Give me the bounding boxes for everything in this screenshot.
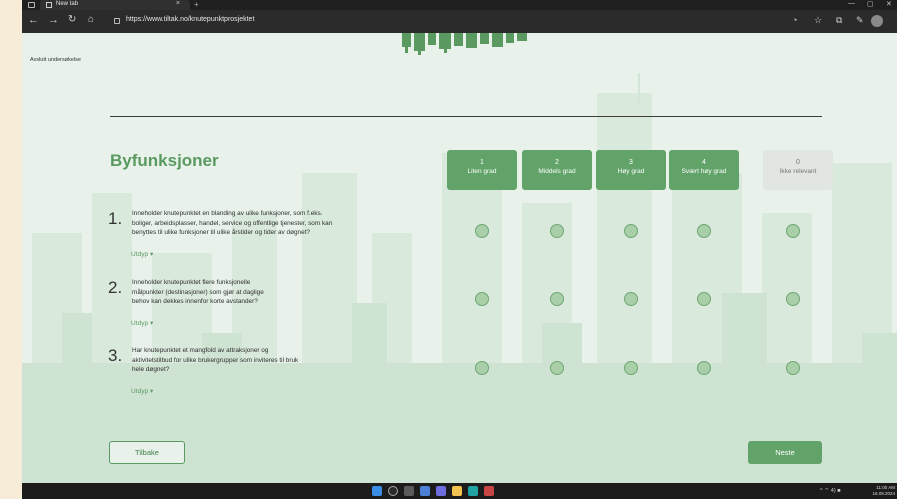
scale-header-2: 2 Middels grad xyxy=(522,150,592,190)
forward-arrow-icon[interactable]: → xyxy=(48,14,59,26)
scale-header-4: 4 Svært høy grad xyxy=(669,150,739,190)
profile-avatar[interactable] xyxy=(871,15,883,27)
scale-header-3: 3 Høy grad xyxy=(596,150,666,190)
expand-toggle[interactable]: Utdyp ▾ xyxy=(131,387,153,395)
question-text: Inneholder knutepunktet en blanding av u… xyxy=(132,209,332,238)
divider xyxy=(110,116,822,117)
radio-q2-2[interactable] xyxy=(550,292,564,306)
radio-q1-2[interactable] xyxy=(550,224,564,238)
radio-q3-3[interactable] xyxy=(624,361,638,375)
exit-survey-link[interactable]: Avslutt undersøkelse xyxy=(30,57,81,63)
restore-button[interactable]: ▢ xyxy=(867,0,874,8)
lock-icon[interactable] xyxy=(114,18,120,24)
screen: New tab × + — ▢ ✕ ← → ↻ ⌂ https://www.ti… xyxy=(22,0,897,499)
scale-number: 0 xyxy=(796,159,800,166)
scale-label: Middels grad xyxy=(538,168,576,175)
question-line: benyttes til ulike funksjoner til ulike … xyxy=(132,229,310,237)
scale-header-1: 1 Liten grad xyxy=(447,150,517,190)
question-line: aktivitetstilbud for ulike brukergrupper… xyxy=(132,356,299,364)
read-aloud-icon[interactable]: ◔ xyxy=(792,15,797,25)
question-line: Har knutepunktet et mangfold av attraksj… xyxy=(132,347,269,354)
expand-toggle[interactable]: Utdyp ▾ xyxy=(131,250,153,258)
tab-new-tab[interactable]: New tab × xyxy=(40,0,190,10)
next-button[interactable]: Neste xyxy=(748,441,822,464)
tab-close-icon[interactable]: × xyxy=(176,0,180,7)
question-line: boliger, arbeidsplasser, handel, service… xyxy=(132,219,333,227)
scale-label: Ikke relevant xyxy=(779,168,817,175)
scale-number: 3 xyxy=(629,159,633,166)
back-arrow-icon[interactable]: ← xyxy=(28,14,39,26)
question-number: 1. xyxy=(108,209,123,228)
question-text: Inneholder knutepunktet flere funksjonel… xyxy=(132,278,264,307)
city-skyline-background xyxy=(22,73,897,483)
radio-q2-0[interactable] xyxy=(786,292,800,306)
question-line: målpunkter (destinasjoner) som gjør at d… xyxy=(132,288,264,296)
question-line: hele døgnet? xyxy=(132,366,170,374)
radio-q3-1[interactable] xyxy=(475,361,489,375)
radio-q2-3[interactable] xyxy=(624,292,638,306)
question-text: Har knutepunktet et mangfold av attraksj… xyxy=(132,346,298,375)
radio-q1-0[interactable] xyxy=(786,224,800,238)
chat-icon[interactable] xyxy=(436,486,446,496)
favorites-star-icon[interactable]: ☆ xyxy=(814,15,822,26)
clock-date: 16.09.2024 xyxy=(872,491,895,496)
widgets-icon[interactable] xyxy=(420,486,430,496)
system-tray[interactable]: ^ ⌔ 4) ■ xyxy=(820,487,841,494)
start-icon[interactable] xyxy=(372,486,382,496)
radio-q2-1[interactable] xyxy=(475,292,489,306)
new-tab-button[interactable]: + xyxy=(194,0,199,9)
minimize-button[interactable]: — xyxy=(848,0,855,7)
clock[interactable]: 11:00 AM 16.09.2024 xyxy=(872,485,895,497)
radio-q3-2[interactable] xyxy=(550,361,564,375)
logo-trees-icon xyxy=(402,33,527,55)
question-number: 3. xyxy=(108,346,123,365)
collections-icon[interactable]: ⧉ xyxy=(836,15,842,26)
refresh-icon[interactable]: ↻ xyxy=(68,14,76,25)
task-view-icon[interactable] xyxy=(404,486,414,496)
close-window-button[interactable]: ✕ xyxy=(886,0,892,8)
section-title: Byfunksjoner xyxy=(110,151,219,170)
app-icon[interactable] xyxy=(484,486,494,496)
scale-label: Svært høy grad xyxy=(681,168,727,175)
radio-q3-0[interactable] xyxy=(786,361,800,375)
extensions-icon[interactable]: ✎ xyxy=(856,15,864,26)
tab-favicon-icon xyxy=(46,2,52,8)
question-number: 2. xyxy=(108,278,123,297)
tab-actions-icon[interactable] xyxy=(28,2,35,8)
expand-toggle[interactable]: Utdyp ▾ xyxy=(131,319,153,327)
radio-q1-3[interactable] xyxy=(624,224,638,238)
home-icon[interactable]: ⌂ xyxy=(88,14,94,25)
survey-page: Avslutt undersøkelse Byfunksjoner 1 Lite… xyxy=(22,33,897,483)
radio-q2-4[interactable] xyxy=(697,292,711,306)
back-button[interactable]: Tilbake xyxy=(109,441,185,464)
radio-q3-4[interactable] xyxy=(697,361,711,375)
scale-label: Liten grad xyxy=(467,168,497,175)
edge-icon[interactable] xyxy=(468,486,478,496)
browser-tabbar: New tab × + — ▢ ✕ xyxy=(22,0,897,10)
windows-taskbar: ^ ⌔ 4) ■ 11:00 AM 16.09.2024 xyxy=(22,483,897,499)
radio-q1-1[interactable] xyxy=(475,224,489,238)
scale-number: 4 xyxy=(702,159,706,166)
scale-label: Høy grad xyxy=(617,168,645,175)
scale-number: 2 xyxy=(555,159,559,166)
scale-header-not-relevant: 0 Ikke relevant xyxy=(763,150,833,190)
scale-number: 1 xyxy=(480,159,484,166)
question-line: behov kan dekkes innenfor korte avstande… xyxy=(132,298,258,306)
address-bar[interactable]: https://www.tiltak.no/knutepunktprosjekt… xyxy=(126,16,254,23)
question-line: Inneholder knutepunktet en blanding av u… xyxy=(132,210,323,217)
radio-q1-4[interactable] xyxy=(697,224,711,238)
tab-title: New tab xyxy=(56,1,79,7)
search-icon[interactable] xyxy=(388,486,398,496)
question-line: Inneholder knutepunktet flere funksjonel… xyxy=(132,279,251,286)
file-explorer-icon[interactable] xyxy=(452,486,462,496)
browser-toolbar: ← → ↻ ⌂ https://www.tiltak.no/knutepunkt… xyxy=(22,10,897,33)
